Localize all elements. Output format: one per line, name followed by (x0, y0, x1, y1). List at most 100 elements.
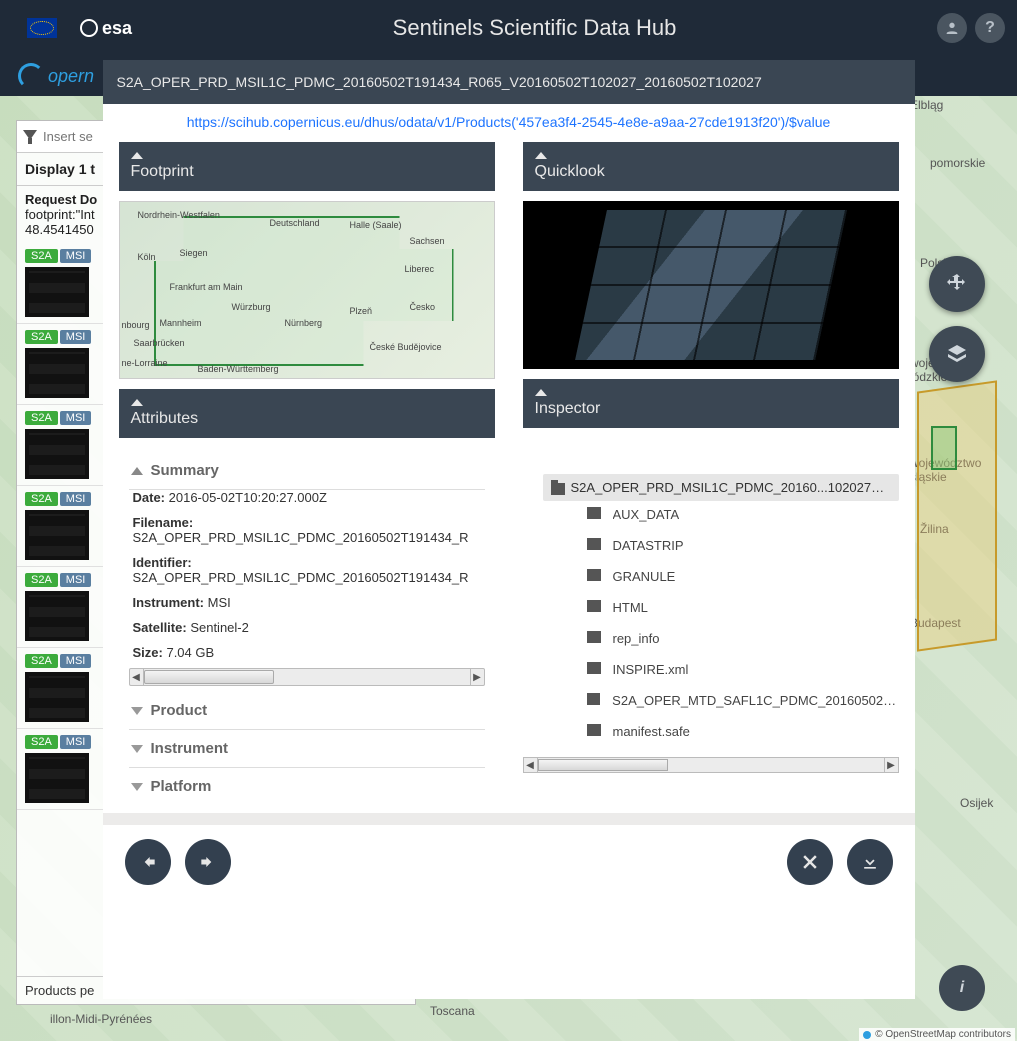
fp-city: Deutschland (270, 218, 320, 228)
summary-title: Summary (151, 462, 219, 479)
footprint-panel-header[interactable]: Footprint (119, 142, 495, 191)
folder-icon (587, 507, 601, 519)
chevron-down-icon (131, 707, 143, 715)
inspector-items: AUX_DATA DATASTRIP GRANULE HTML rep_info INSP… (543, 501, 899, 739)
download-product-button[interactable] (847, 839, 893, 885)
logo-group: esa (12, 10, 132, 46)
folder-icon (587, 538, 601, 550)
fp-city: nbourg (122, 320, 150, 330)
quicklook-panel-header[interactable]: Quicklook (523, 142, 899, 191)
scroll-left-icon[interactable]: ◀ (130, 669, 144, 685)
fp-city: Nürnberg (285, 318, 323, 328)
fp-city: Würzburg (232, 302, 271, 312)
modal-link-row: https://scihub.copernicus.eu/dhus/odata/… (103, 104, 915, 142)
summary-filename-label: Filename: (133, 515, 194, 530)
inspector-scrollbar[interactable]: ◀ ▶ (523, 757, 899, 773)
modal-title: S2A_OPER_PRD_MSIL1C_PDMC_20160502T191434… (103, 60, 915, 104)
help-button[interactable]: ? (975, 13, 1005, 43)
inspector-root[interactable]: S2A_OPER_PRD_MSIL1C_PDMC_20160...102027_… (543, 474, 899, 501)
modal-body: Footprint Nordrhein-Westfalen Deutschlan… (103, 142, 915, 813)
platform-title: Platform (151, 778, 212, 795)
chevron-down-icon (131, 783, 143, 791)
attributes-section: Summary Date: 2016-05-02T10:20:27.000Z F… (119, 448, 495, 809)
osm-dot-icon (863, 1031, 871, 1039)
inspector-item-label: INSPIRE.xml (613, 662, 689, 677)
odata-download-link[interactable]: https://scihub.copernicus.eu/dhus/odata/… (187, 114, 831, 130)
platform-section-header[interactable]: Platform (127, 768, 487, 805)
product-section-header[interactable]: Product (127, 692, 487, 729)
footprint-map: Nordrhein-Westfalen Deutschland Halle (S… (119, 201, 495, 379)
folder-icon (587, 631, 601, 643)
esa-logo: esa (80, 18, 132, 39)
chevron-up-icon (131, 399, 143, 406)
app-title: Sentinels Scientific Data Hub (132, 15, 937, 41)
scroll-thumb[interactable] (538, 759, 668, 771)
inspector-root-label: S2A_OPER_PRD_MSIL1C_PDMC_20160...102027_… (571, 480, 899, 495)
scroll-right-icon[interactable]: ▶ (470, 669, 484, 685)
scroll-left-icon[interactable]: ◀ (524, 758, 538, 772)
inspector-file[interactable]: S2A_OPER_MTD_SAFL1C_PDMC_20160502T19 (587, 693, 899, 708)
summary-list: Date: 2016-05-02T10:20:27.000Z Filename:… (127, 490, 487, 664)
fp-city: Mannheim (160, 318, 202, 328)
summary-satellite-value: Sentinel-2 (190, 620, 249, 635)
quicklook-tile-icon (575, 210, 847, 360)
fp-city: Halle (Saale) (350, 220, 402, 230)
inspector-folder[interactable]: rep_info (587, 631, 899, 646)
chevron-up-icon (131, 467, 143, 475)
folder-icon (587, 569, 601, 581)
fp-city: Nordrhein-Westfalen (138, 210, 220, 220)
inspector-item-label: rep_info (613, 631, 660, 646)
scroll-right-icon[interactable]: ▶ (884, 758, 898, 772)
arrow-left-icon (138, 852, 158, 872)
fp-city: České Budějovice (370, 342, 442, 352)
user-icon (944, 20, 960, 36)
inspector-file[interactable]: manifest.safe (587, 724, 899, 739)
inspector-item-label: HTML (613, 600, 648, 615)
prev-product-button[interactable] (125, 839, 171, 885)
summary-section-header[interactable]: Summary (127, 452, 487, 489)
inspector-item-label: GRANULE (613, 569, 676, 584)
instrument-title: Instrument (151, 740, 229, 757)
folder-open-icon (551, 483, 565, 495)
inspector-panel-header[interactable]: Inspector (523, 379, 899, 428)
close-icon (800, 852, 820, 872)
inspector-item-label: DATASTRIP (613, 538, 684, 553)
fp-city: Česko (410, 302, 436, 312)
instrument-section-header[interactable]: Instrument (127, 730, 487, 767)
summary-identifier-value: S2A_OPER_PRD_MSIL1C_PDMC_20160502T191434… (133, 570, 469, 585)
summary-satellite-label: Satellite: (133, 620, 187, 635)
quicklook-label: Quicklook (535, 163, 887, 181)
inspector-folder[interactable]: AUX_DATA (587, 507, 899, 522)
inspector-file[interactable]: INSPIRE.xml (587, 662, 899, 677)
user-menu-button[interactable] (937, 13, 967, 43)
fp-city: Plzeň (350, 306, 373, 316)
inspector-folder[interactable]: HTML (587, 600, 899, 615)
file-icon (587, 724, 601, 736)
spacer (523, 438, 899, 464)
inspector-folder[interactable]: GRANULE (587, 569, 899, 584)
summary-date-value: 2016-05-02T10:20:27.000Z (169, 490, 327, 505)
modal-gap (103, 813, 915, 825)
fp-city: Siegen (180, 248, 208, 258)
summary-date-label: Date: (133, 490, 166, 505)
summary-instrument-value: MSI (208, 595, 231, 610)
top-bar: esa Sentinels Scientific Data Hub ? (0, 0, 1017, 56)
product-detail-modal: S2A_OPER_PRD_MSIL1C_PDMC_20160502T191434… (103, 60, 915, 999)
fp-city: Baden-Württemberg (198, 364, 279, 374)
modal-left-column: Footprint Nordrhein-Westfalen Deutschlan… (119, 142, 495, 809)
inspector-label: Inspector (535, 400, 887, 418)
inspector-item-label: manifest.safe (613, 724, 690, 739)
attributes-panel-header[interactable]: Attributes (119, 389, 495, 438)
inspector-item-label: AUX_DATA (613, 507, 680, 522)
file-icon (587, 662, 601, 674)
close-modal-button[interactable] (787, 839, 833, 885)
map-credits: © OpenStreetMap contributors (859, 1028, 1015, 1041)
scroll-thumb[interactable] (144, 670, 274, 684)
footprint-label: Footprint (131, 163, 483, 181)
summary-scrollbar[interactable]: ◀ ▶ (129, 668, 485, 686)
quicklook-image (523, 201, 899, 369)
next-product-button[interactable] (185, 839, 231, 885)
map-label: Toscana (430, 1004, 475, 1018)
summary-filename-value: S2A_OPER_PRD_MSIL1C_PDMC_20160502T191434… (133, 530, 469, 545)
inspector-folder[interactable]: DATASTRIP (587, 538, 899, 553)
